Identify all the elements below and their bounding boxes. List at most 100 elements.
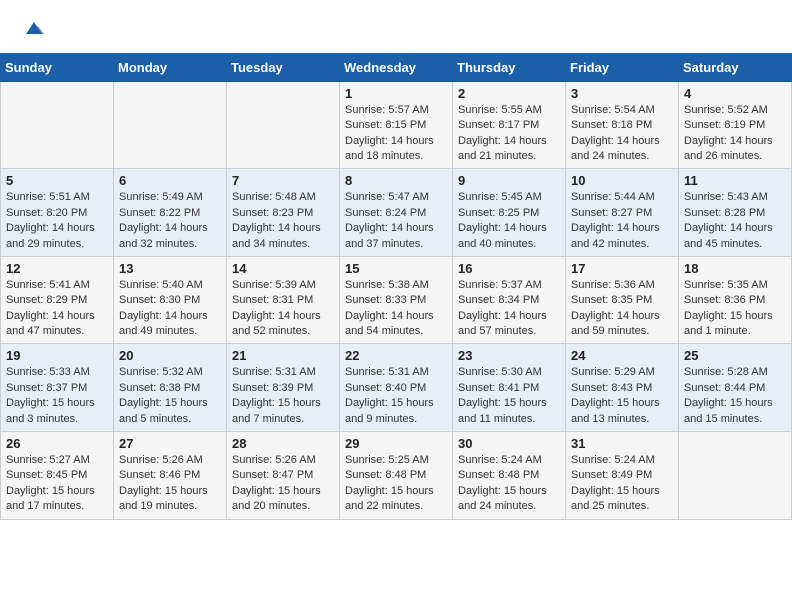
day-info: Sunrise: 5:38 AM Sunset: 8:33 PM Dayligh… xyxy=(345,278,447,340)
day-headers-row: SundayMondayTuesdayWednesdayThursdayFrid… xyxy=(1,53,792,81)
calendar-cell: 19 Sunrise: 5:33 AM Sunset: 8:37 PM Dayli… xyxy=(1,344,114,432)
day-number: 8 xyxy=(345,173,447,188)
calendar-cell: 7 Sunrise: 5:48 AM Sunset: 8:23 PM Daylig… xyxy=(227,169,340,257)
day-info: Sunrise: 5:33 AM Sunset: 8:37 PM Dayligh… xyxy=(6,365,108,427)
calendar-cell: 21 Sunrise: 5:31 AM Sunset: 8:39 PM Dayli… xyxy=(227,344,340,432)
day-info: Sunrise: 5:48 AM Sunset: 8:23 PM Dayligh… xyxy=(232,190,334,252)
day-header: Friday xyxy=(566,53,679,81)
day-info: Sunrise: 5:30 AM Sunset: 8:41 PM Dayligh… xyxy=(458,365,560,427)
day-info: Sunrise: 5:27 AM Sunset: 8:45 PM Dayligh… xyxy=(6,453,108,515)
day-number: 10 xyxy=(571,173,673,188)
calendar-cell: 12 Sunrise: 5:41 AM Sunset: 8:29 PM Dayli… xyxy=(1,256,114,344)
calendar-cell: 23 Sunrise: 5:30 AM Sunset: 8:41 PM Dayli… xyxy=(453,344,566,432)
day-number: 19 xyxy=(6,348,108,363)
calendar-cell: 24Sunrise: 5:29 AM Sunset: 8:43 PM Dayli… xyxy=(566,344,679,432)
calendar-cell: 4 Sunrise: 5:52 AM Sunset: 8:19 PM Daylig… xyxy=(679,81,792,169)
calendar-cell: 14 Sunrise: 5:39 AM Sunset: 8:31 PM Dayli… xyxy=(227,256,340,344)
calendar-header: SundayMondayTuesdayWednesdayThursdayFrid… xyxy=(1,53,792,81)
calendar-week-row: 19 Sunrise: 5:33 AM Sunset: 8:37 PM Dayli… xyxy=(1,344,792,432)
day-number: 14 xyxy=(232,261,334,276)
day-number: 25 xyxy=(684,348,786,363)
day-info: Sunrise: 5:55 AM Sunset: 8:17 PM Dayligh… xyxy=(458,103,560,165)
calendar-cell: 17 Sunrise: 5:36 AM Sunset: 8:35 PM Dayli… xyxy=(566,256,679,344)
calendar-cell: 20 Sunrise: 5:32 AM Sunset: 8:38 PM Dayli… xyxy=(114,344,227,432)
day-number: 31 xyxy=(571,436,673,451)
calendar-cell: 2 Sunrise: 5:55 AM Sunset: 8:17 PM Daylig… xyxy=(453,81,566,169)
day-number: 17 xyxy=(571,261,673,276)
day-number: 4 xyxy=(684,86,786,101)
calendar-cell: 30 Sunrise: 5:24 AM Sunset: 8:48 PM Dayli… xyxy=(453,432,566,520)
day-header: Wednesday xyxy=(340,53,453,81)
calendar-cell: 22 Sunrise: 5:31 AM Sunset: 8:40 PM Dayli… xyxy=(340,344,453,432)
day-info: Sunrise: 5:31 AM Sunset: 8:40 PM Dayligh… xyxy=(345,365,447,427)
calendar-cell xyxy=(1,81,114,169)
day-number: 12 xyxy=(6,261,108,276)
day-number: 5 xyxy=(6,173,108,188)
day-number: 11 xyxy=(684,173,786,188)
day-info: Sunrise: 5:41 AM Sunset: 8:29 PM Dayligh… xyxy=(6,278,108,340)
calendar-cell: 29 Sunrise: 5:25 AM Sunset: 8:48 PM Dayli… xyxy=(340,432,453,520)
day-header: Sunday xyxy=(1,53,114,81)
day-number: 16 xyxy=(458,261,560,276)
day-number: 1 xyxy=(345,86,447,101)
day-number: 9 xyxy=(458,173,560,188)
day-number: 7 xyxy=(232,173,334,188)
logo-icon xyxy=(22,16,46,40)
day-info: Sunrise: 5:31 AM Sunset: 8:39 PM Dayligh… xyxy=(232,365,334,427)
day-info: Sunrise: 5:37 AM Sunset: 8:34 PM Dayligh… xyxy=(458,278,560,340)
day-info: Sunrise: 5:47 AM Sunset: 8:24 PM Dayligh… xyxy=(345,190,447,252)
calendar-cell xyxy=(114,81,227,169)
day-header: Saturday xyxy=(679,53,792,81)
day-number: 20 xyxy=(119,348,221,363)
calendar-cell: 25 Sunrise: 5:28 AM Sunset: 8:44 PM Dayli… xyxy=(679,344,792,432)
calendar-week-row: 12 Sunrise: 5:41 AM Sunset: 8:29 PM Dayli… xyxy=(1,256,792,344)
day-info: Sunrise: 5:26 AM Sunset: 8:46 PM Dayligh… xyxy=(119,453,221,515)
day-info: Sunrise: 5:28 AM Sunset: 8:44 PM Dayligh… xyxy=(684,365,786,427)
calendar-cell xyxy=(679,432,792,520)
calendar-body: 1Sunrise: 5:57 AM Sunset: 8:15 PM Daylig… xyxy=(1,81,792,519)
day-header: Monday xyxy=(114,53,227,81)
day-info: Sunrise: 5:54 AM Sunset: 8:18 PM Dayligh… xyxy=(571,103,673,165)
day-info: Sunrise: 5:24 AM Sunset: 8:48 PM Dayligh… xyxy=(458,453,560,515)
calendar-cell: 11Sunrise: 5:43 AM Sunset: 8:28 PM Dayli… xyxy=(679,169,792,257)
day-info: Sunrise: 5:44 AM Sunset: 8:27 PM Dayligh… xyxy=(571,190,673,252)
calendar-cell: 13Sunrise: 5:40 AM Sunset: 8:30 PM Dayli… xyxy=(114,256,227,344)
day-number: 30 xyxy=(458,436,560,451)
day-number: 6 xyxy=(119,173,221,188)
day-info: Sunrise: 5:52 AM Sunset: 8:19 PM Dayligh… xyxy=(684,103,786,165)
day-info: Sunrise: 5:36 AM Sunset: 8:35 PM Dayligh… xyxy=(571,278,673,340)
day-number: 22 xyxy=(345,348,447,363)
day-header: Tuesday xyxy=(227,53,340,81)
day-number: 21 xyxy=(232,348,334,363)
day-number: 28 xyxy=(232,436,334,451)
day-info: Sunrise: 5:51 AM Sunset: 8:20 PM Dayligh… xyxy=(6,190,108,252)
day-info: Sunrise: 5:25 AM Sunset: 8:48 PM Dayligh… xyxy=(345,453,447,515)
calendar-cell: 28Sunrise: 5:26 AM Sunset: 8:47 PM Dayli… xyxy=(227,432,340,520)
calendar-week-row: 5 Sunrise: 5:51 AM Sunset: 8:20 PM Daylig… xyxy=(1,169,792,257)
calendar-table: SundayMondayTuesdayWednesdayThursdayFrid… xyxy=(0,53,792,520)
calendar-cell: 1Sunrise: 5:57 AM Sunset: 8:15 PM Daylig… xyxy=(340,81,453,169)
day-info: Sunrise: 5:45 AM Sunset: 8:25 PM Dayligh… xyxy=(458,190,560,252)
day-header: Thursday xyxy=(453,53,566,81)
calendar-cell: 5 Sunrise: 5:51 AM Sunset: 8:20 PM Daylig… xyxy=(1,169,114,257)
logo xyxy=(20,16,46,45)
calendar-cell: 16 Sunrise: 5:37 AM Sunset: 8:34 PM Dayli… xyxy=(453,256,566,344)
day-info: Sunrise: 5:40 AM Sunset: 8:30 PM Dayligh… xyxy=(119,278,221,340)
day-number: 23 xyxy=(458,348,560,363)
calendar-week-row: 26Sunrise: 5:27 AM Sunset: 8:45 PM Dayli… xyxy=(1,432,792,520)
day-info: Sunrise: 5:49 AM Sunset: 8:22 PM Dayligh… xyxy=(119,190,221,252)
day-number: 29 xyxy=(345,436,447,451)
day-info: Sunrise: 5:29 AM Sunset: 8:43 PM Dayligh… xyxy=(571,365,673,427)
calendar-week-row: 1Sunrise: 5:57 AM Sunset: 8:15 PM Daylig… xyxy=(1,81,792,169)
day-info: Sunrise: 5:39 AM Sunset: 8:31 PM Dayligh… xyxy=(232,278,334,340)
day-info: Sunrise: 5:32 AM Sunset: 8:38 PM Dayligh… xyxy=(119,365,221,427)
calendar-cell: 10 Sunrise: 5:44 AM Sunset: 8:27 PM Dayli… xyxy=(566,169,679,257)
calendar-cell: 31Sunrise: 5:24 AM Sunset: 8:49 PM Dayli… xyxy=(566,432,679,520)
calendar-cell: 6 Sunrise: 5:49 AM Sunset: 8:22 PM Daylig… xyxy=(114,169,227,257)
calendar-cell: 15Sunrise: 5:38 AM Sunset: 8:33 PM Dayli… xyxy=(340,256,453,344)
day-number: 2 xyxy=(458,86,560,101)
calendar-cell: 3Sunrise: 5:54 AM Sunset: 8:18 PM Daylig… xyxy=(566,81,679,169)
calendar-cell: 18Sunrise: 5:35 AM Sunset: 8:36 PM Dayli… xyxy=(679,256,792,344)
calendar-cell xyxy=(227,81,340,169)
page-header xyxy=(0,0,792,53)
